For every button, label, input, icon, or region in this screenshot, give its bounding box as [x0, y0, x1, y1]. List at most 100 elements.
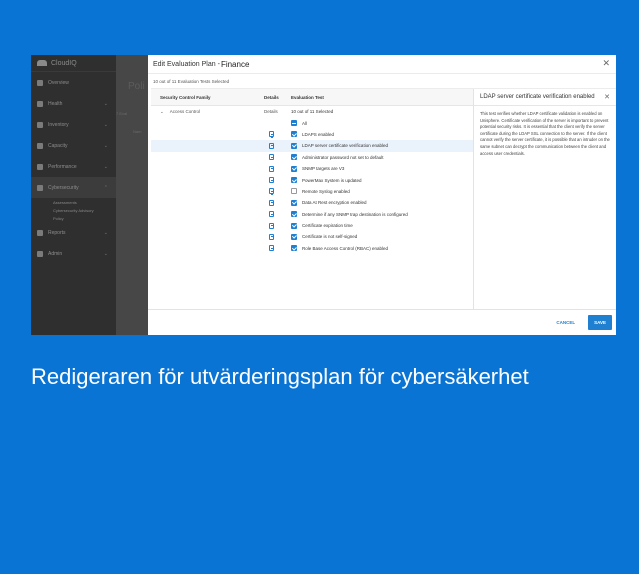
details-icon[interactable]	[269, 131, 274, 138]
evaluation-table: Security Control Family Details Evaluati…	[151, 89, 473, 309]
nav-item-health: Health ⌄	[31, 93, 116, 114]
subnav-advisory: Cybersecurity Advisory	[53, 207, 94, 213]
test-row[interactable]: All	[151, 117, 473, 128]
chevron-down-icon: ⌄	[103, 121, 108, 128]
test-row[interactable]: SNMP targets are V3	[151, 163, 473, 174]
test-selected-count: 10 out of 11 Selected	[291, 109, 334, 115]
test-checkbox[interactable]	[291, 165, 297, 172]
screenshot: CloudIQ Overview Health ⌄ Inventory ⌄ Capa…	[31, 55, 616, 335]
test-checkbox[interactable]	[291, 188, 297, 195]
chevron-down-icon: ⌄	[103, 100, 108, 107]
details-icon[interactable]	[269, 211, 274, 218]
subnav-assessments: Assessments	[53, 199, 77, 205]
nav-item-capacity: Capacity ⌄	[31, 135, 116, 156]
test-row[interactable]: Administrator password not set to defaul…	[151, 152, 473, 163]
test-checkbox[interactable]	[291, 154, 297, 161]
test-label: Certificate expiration time	[302, 223, 353, 229]
panel-header: LDAP server certificate verification ena…	[474, 89, 616, 106]
plan-name: Finance	[220, 59, 250, 69]
details-icon[interactable]	[269, 233, 274, 241]
test-row[interactable]: LDAP server certificate verification ena…	[151, 140, 473, 152]
performance-icon	[37, 163, 43, 170]
chevron-down-icon: ⌄	[103, 142, 108, 149]
test-checkbox[interactable]	[291, 177, 297, 184]
nav-item-cybersecurity: Cybersecurity ⌃	[31, 177, 116, 198]
test-checkbox[interactable]	[291, 142, 297, 149]
background-sidebar: CloudIQ Overview Health ⌄ Inventory ⌄ Capa…	[31, 55, 116, 335]
test-row[interactable]: Role Base Access Control (RBAC) enabled	[151, 243, 473, 254]
background-text: Nam	[133, 129, 142, 134]
test-row[interactable]: Remote Syslog enabled	[151, 186, 473, 197]
chevron-down-icon: ⌄	[103, 250, 108, 257]
close-icon[interactable]: ✕	[602, 58, 610, 69]
dialog-body: Security Control Family Details Evaluati…	[151, 88, 616, 309]
close-icon[interactable]: ✕	[604, 93, 610, 101]
panel-title: LDAP server certificate verification ena…	[480, 94, 595, 100]
table-row: ⌄ Access Control Details 10 out of 11 Sel…	[151, 106, 473, 117]
reports-icon	[37, 229, 43, 236]
dialog-header: Edit Evaluation Plan - Finance ✕	[148, 55, 616, 74]
background-text: 7 Eval	[116, 111, 128, 116]
details-icon[interactable]	[269, 177, 274, 184]
column-details: Details	[264, 94, 279, 100]
column-test: Evaluation Test	[291, 94, 324, 100]
capacity-icon	[37, 142, 43, 149]
details-label: Details	[264, 109, 278, 115]
health-icon	[37, 100, 43, 107]
test-checkbox[interactable]	[291, 199, 297, 206]
background-nav: Overview Health ⌄ Inventory ⌄ Capacity ⌄ Pe…	[31, 72, 116, 264]
test-checkbox[interactable]	[291, 131, 297, 138]
test-row[interactable]: Data At Rest encryption enabled	[151, 197, 473, 208]
test-label: Role Base Access Control (RBAC) enabled	[302, 245, 389, 251]
chevron-down-icon: ⌄	[103, 229, 108, 236]
test-label: LDAPS enabled	[302, 131, 335, 137]
details-icon[interactable]	[269, 199, 274, 206]
test-label: Determine if any SNMP trap destination i…	[302, 211, 408, 217]
test-label: All	[302, 120, 308, 126]
test-row[interactable]: PowerMax System is updated	[151, 174, 473, 185]
dialog-footer: CANCEL SAVE	[148, 309, 616, 335]
details-icon[interactable]	[269, 222, 274, 229]
test-label: Remote Syslog enabled	[302, 188, 350, 194]
overview-icon	[37, 79, 43, 86]
nav-item-admin: Admin ⌄	[31, 243, 116, 264]
inventory-icon	[37, 121, 43, 128]
test-checkbox[interactable]	[291, 245, 297, 252]
chevron-down-icon[interactable]: ⌄	[160, 109, 164, 115]
table-header: Security Control Family Details Evaluati…	[151, 89, 473, 106]
nav-item-reports: Reports ⌄	[31, 222, 116, 243]
details-icon[interactable]	[269, 154, 274, 161]
dialog-title: Edit Evaluation Plan -	[153, 60, 220, 68]
nav-item-overview: Overview	[31, 72, 116, 93]
details-icon[interactable]	[269, 245, 274, 252]
test-row[interactable]: Certificate is not self-signed	[151, 231, 473, 242]
test-label: SNMP targets are V3	[302, 166, 345, 172]
test-row[interactable]: Determine if any SNMP trap destination i…	[151, 209, 473, 220]
test-label: LDAP server certificate verification ena…	[302, 143, 388, 149]
details-icon[interactable]	[269, 165, 274, 172]
chevron-down-icon: ⌄	[103, 163, 108, 170]
test-checkbox[interactable]	[291, 222, 297, 229]
app-logo: CloudIQ	[31, 55, 116, 72]
nav-item-inventory: Inventory ⌄	[31, 114, 116, 135]
test-label: Certificate is not self-signed	[302, 234, 358, 240]
test-row[interactable]: Certificate expiration time	[151, 220, 473, 231]
test-checkbox[interactable]	[291, 211, 297, 218]
chevron-up-icon: ⌃	[103, 184, 108, 191]
details-icon[interactable]	[269, 188, 274, 195]
edit-evaluation-plan-dialog: Edit Evaluation Plan - Finance ✕ 10 out …	[148, 55, 616, 335]
details-icon[interactable]	[269, 142, 274, 149]
subnav-policy: Policy	[53, 215, 64, 221]
cancel-button[interactable]: CANCEL	[550, 316, 581, 329]
cloud-icon	[37, 60, 47, 66]
save-button[interactable]: SAVE	[588, 315, 612, 330]
test-label: Administrator password not set to defaul…	[302, 154, 384, 160]
test-row[interactable]: LDAPS enabled	[151, 129, 473, 140]
test-label: PowerMax System is updated	[302, 177, 362, 183]
details-panel: LDAP server certificate verification ena…	[473, 89, 616, 309]
panel-description: This test verifies whether LDAP certific…	[480, 111, 610, 156]
test-checkbox[interactable]	[291, 120, 297, 127]
admin-icon	[37, 250, 43, 257]
test-checkbox[interactable]	[291, 233, 297, 240]
family-cell[interactable]: ⌄ Access Control	[160, 109, 200, 115]
